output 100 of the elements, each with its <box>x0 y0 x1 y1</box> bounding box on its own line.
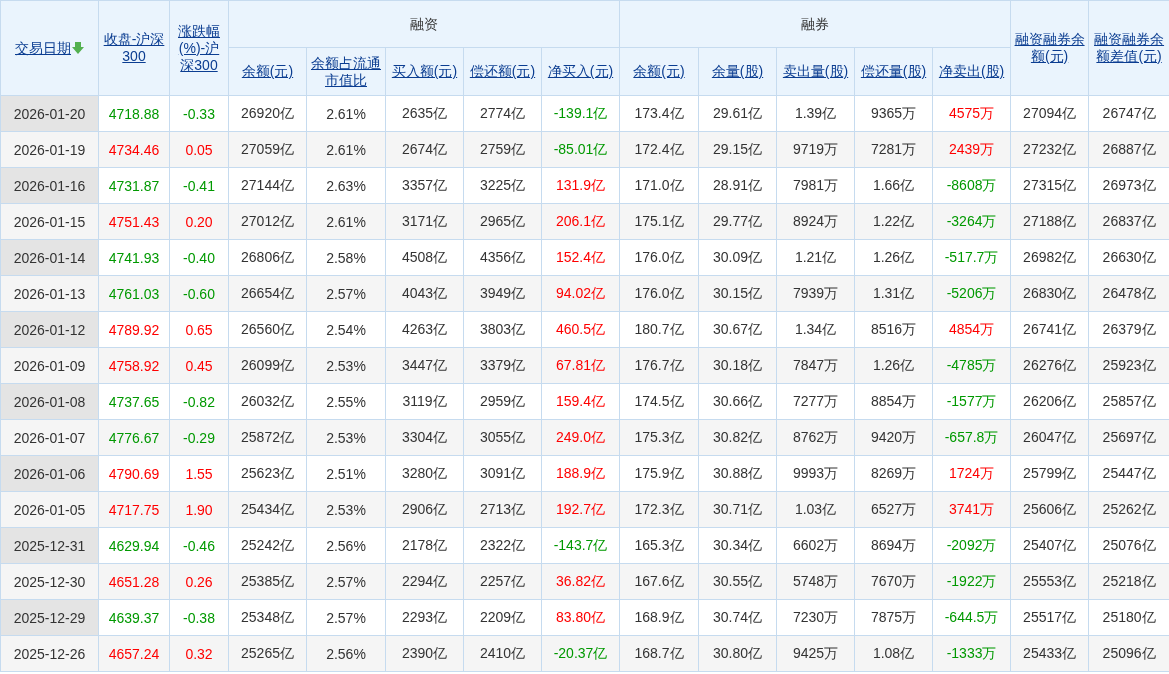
table-cell: -0.60 <box>169 275 229 312</box>
table-cell: 9425万 <box>776 635 855 672</box>
table-cell: 0.45 <box>169 347 229 384</box>
table-cell: 1.21亿 <box>776 239 855 276</box>
table-cell: 29.15亿 <box>698 131 777 168</box>
table-cell: 176.0亿 <box>619 275 699 312</box>
table-cell: -2092万 <box>932 527 1011 564</box>
date-cell: 2026-01-07 <box>0 419 99 456</box>
table-cell: 25265亿 <box>228 635 307 672</box>
table-cell: 26032亿 <box>228 383 307 420</box>
table-cell: 30.09亿 <box>698 239 777 276</box>
table-cell: 3304亿 <box>385 419 464 456</box>
date-cell: 2026-01-05 <box>0 491 99 528</box>
table-cell: 94.02亿 <box>541 275 620 312</box>
table-cell: 25348亿 <box>228 599 307 636</box>
table-cell: -5206万 <box>932 275 1011 312</box>
table-cell: 26806亿 <box>228 239 307 276</box>
table-cell: 2635亿 <box>385 95 464 132</box>
date-cell: 2025-12-26 <box>0 635 99 672</box>
table-cell: 25517亿 <box>1010 599 1089 636</box>
table-cell: 25872亿 <box>228 419 307 456</box>
table-cell: -20.37亿 <box>541 635 620 672</box>
table-cell: 4629.94 <box>98 527 170 564</box>
table-cell: 9719万 <box>776 131 855 168</box>
table-cell: 27315亿 <box>1010 167 1089 204</box>
table-cell: 30.55亿 <box>698 563 777 600</box>
table-cell: 4639.37 <box>98 599 170 636</box>
table-cell: -657.8万 <box>932 419 1011 456</box>
table-cell: 30.18亿 <box>698 347 777 384</box>
table-cell: 27232亿 <box>1010 131 1089 168</box>
table-cell: 26837亿 <box>1088 203 1169 240</box>
table-cell: -143.7亿 <box>541 527 620 564</box>
table-cell: 2.63% <box>306 167 386 204</box>
table-cell: 1.66亿 <box>854 167 933 204</box>
table-cell: 460.5亿 <box>541 311 620 348</box>
table-cell: 4854万 <box>932 311 1011 348</box>
table-cell: 2178亿 <box>385 527 464 564</box>
table-cell: -0.41 <box>169 167 229 204</box>
table-cell: 2.54% <box>306 311 386 348</box>
table-cell: 2.58% <box>306 239 386 276</box>
table-cell: 4651.28 <box>98 563 170 600</box>
table-cell: -0.33 <box>169 95 229 132</box>
table-cell: 26478亿 <box>1088 275 1169 312</box>
table-cell: 4263亿 <box>385 311 464 348</box>
table-cell: 176.7亿 <box>619 347 699 384</box>
table-cell: 30.67亿 <box>698 311 777 348</box>
table-cell: 2.57% <box>306 563 386 600</box>
table-cell: 188.9亿 <box>541 455 620 492</box>
date-cell: 2026-01-19 <box>0 131 99 168</box>
table-cell: 2322亿 <box>463 527 542 564</box>
date-cell: 2025-12-29 <box>0 599 99 636</box>
table-cell: 4356亿 <box>463 239 542 276</box>
table-cell: 4737.65 <box>98 383 170 420</box>
table-cell: 27188亿 <box>1010 203 1089 240</box>
table-cell: 25096亿 <box>1088 635 1169 672</box>
table-cell: 25407亿 <box>1010 527 1089 564</box>
table-cell: 131.9亿 <box>541 167 620 204</box>
table-cell: 25385亿 <box>228 563 307 600</box>
table-cell: 30.74亿 <box>698 599 777 636</box>
table-cell: 1724万 <box>932 455 1011 492</box>
table-cell: 4751.43 <box>98 203 170 240</box>
column-header-link[interactable]: 交易日期 <box>15 39 71 57</box>
table-cell: 2713亿 <box>463 491 542 528</box>
table-cell: 27144亿 <box>228 167 307 204</box>
table-cell: 2294亿 <box>385 563 464 600</box>
date-cell: 2026-01-14 <box>0 239 99 276</box>
table-cell: 2.51% <box>306 455 386 492</box>
table-cell: 4718.88 <box>98 95 170 132</box>
table-cell: 25262亿 <box>1088 491 1169 528</box>
sort-descending-icon[interactable] <box>72 42 84 54</box>
table-cell: 30.80亿 <box>698 635 777 672</box>
table-cell: 2.53% <box>306 347 386 384</box>
table-cell: 8269万 <box>854 455 933 492</box>
table-cell: 4758.92 <box>98 347 170 384</box>
table-cell: 9365万 <box>854 95 933 132</box>
table-cell: 2.56% <box>306 527 386 564</box>
table-cell: 2.57% <box>306 599 386 636</box>
table-cell: 26654亿 <box>228 275 307 312</box>
table-cell: 29.77亿 <box>698 203 777 240</box>
table-cell: 30.66亿 <box>698 383 777 420</box>
table-cell: 171.0亿 <box>619 167 699 204</box>
table-cell: 30.34亿 <box>698 527 777 564</box>
date-cell: 2026-01-16 <box>0 167 99 204</box>
table-cell: 4741.93 <box>98 239 170 276</box>
table-cell: 9420万 <box>854 419 933 456</box>
table-cell: -1577万 <box>932 383 1011 420</box>
table-cell: 2.56% <box>306 635 386 672</box>
table-cell: 4657.24 <box>98 635 170 672</box>
table-cell: 1.90 <box>169 491 229 528</box>
table-cell: 26206亿 <box>1010 383 1089 420</box>
table-cell: 25242亿 <box>228 527 307 564</box>
table-cell: 167.6亿 <box>619 563 699 600</box>
table-cell: 172.3亿 <box>619 491 699 528</box>
table-cell: 2965亿 <box>463 203 542 240</box>
table-cell: 25218亿 <box>1088 563 1169 600</box>
table-cell: 2439万 <box>932 131 1011 168</box>
table-cell: 30.88亿 <box>698 455 777 492</box>
table-cell: 5748万 <box>776 563 855 600</box>
table-cell: 8762万 <box>776 419 855 456</box>
table-cell: -0.29 <box>169 419 229 456</box>
